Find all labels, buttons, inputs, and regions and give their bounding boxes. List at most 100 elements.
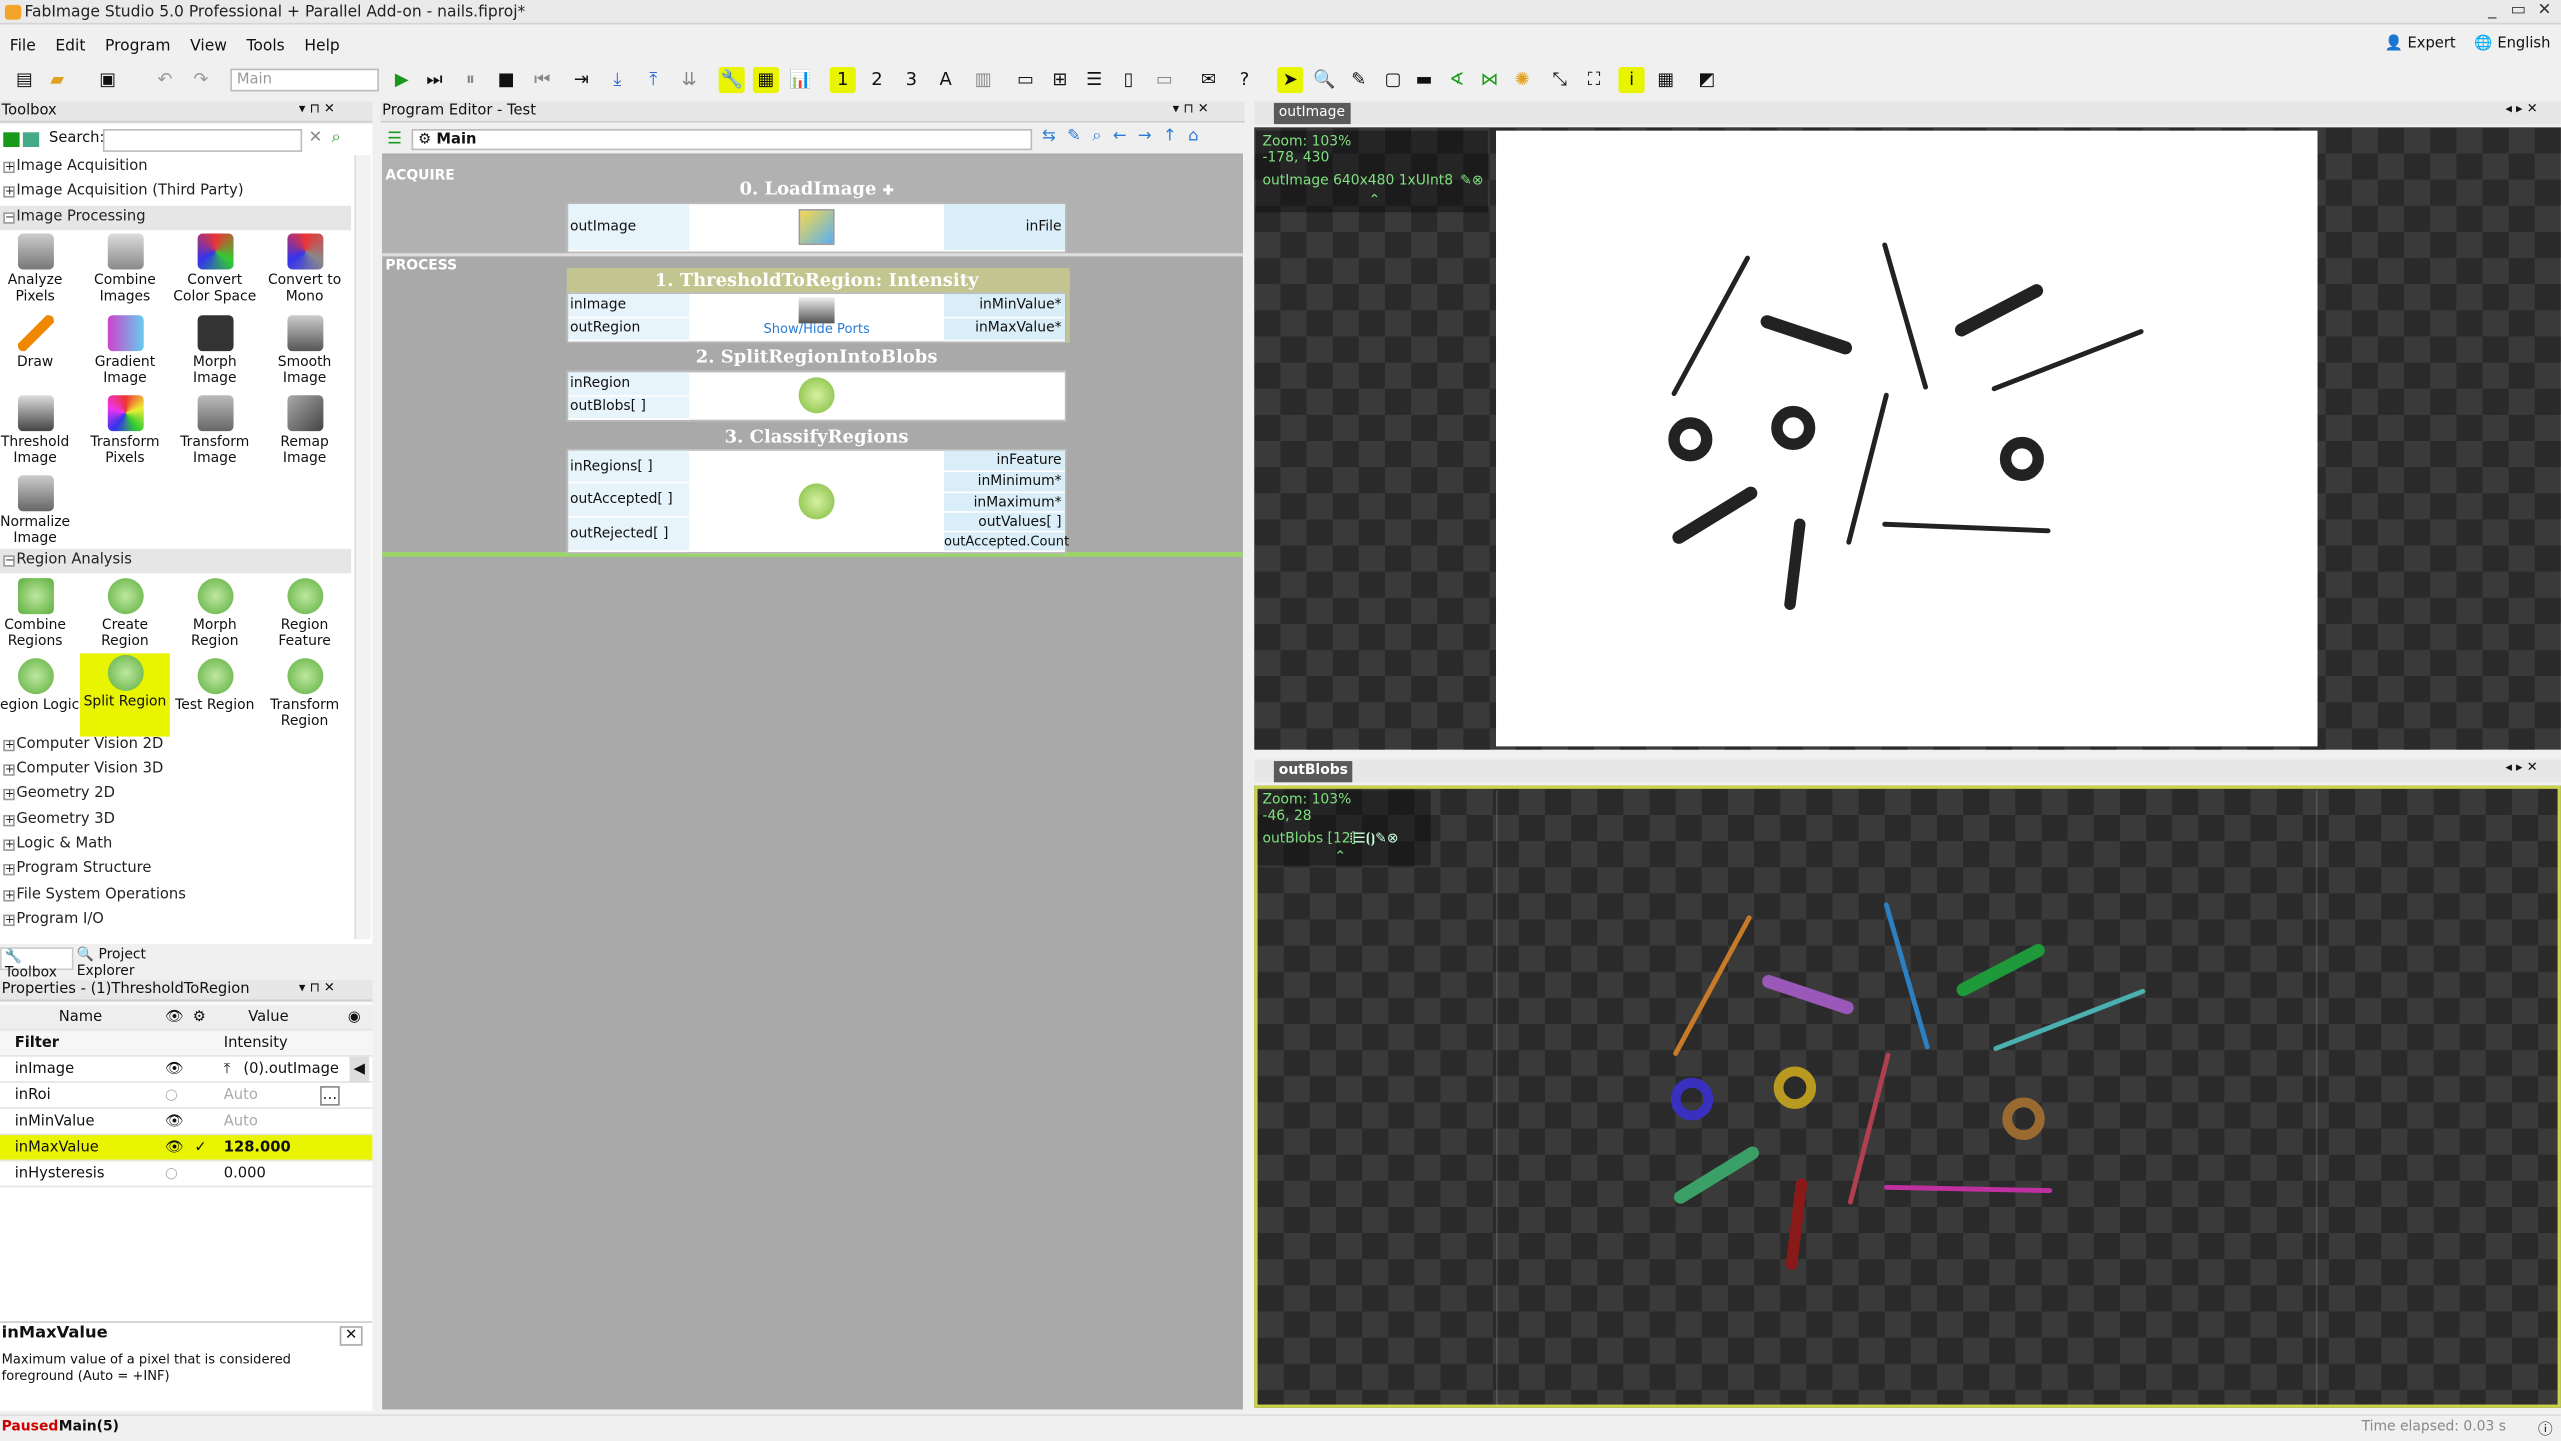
view-list-icon[interactable] xyxy=(22,132,40,147)
save-icon[interactable]: ▣ xyxy=(95,67,121,93)
fullscreen-icon[interactable]: ⛶ xyxy=(1581,67,1607,93)
port-outaccepted[interactable]: outAccepted[ ] xyxy=(568,483,690,518)
export-icon[interactable]: ◩ xyxy=(1694,67,1720,93)
tool-smooth-image[interactable]: Smooth Image xyxy=(260,314,350,394)
editor-menu-icon[interactable]: ▾ ⊓ ✕ xyxy=(1173,101,1209,116)
roi-icon[interactable]: ▢ xyxy=(1380,67,1406,93)
statistics-icon[interactable]: 📊 xyxy=(787,67,813,93)
prop-value[interactable]: 128.000 xyxy=(224,1135,291,1161)
search-icon[interactable]: ⌕ xyxy=(332,129,341,147)
iterate-back-icon[interactable]: ⏮ xyxy=(529,67,555,93)
prop-row-filter[interactable]: Filter Intensity xyxy=(0,1030,373,1057)
list-icon[interactable]: ☰ xyxy=(387,131,402,149)
help-close-button[interactable]: ✕ xyxy=(339,1326,363,1346)
port-inregions[interactable]: inRegions[ ] xyxy=(568,450,690,484)
info-icon[interactable]: i xyxy=(1618,66,1645,94)
pause-icon[interactable]: ⏸ xyxy=(457,67,483,93)
new-icon[interactable]: ▤ xyxy=(11,67,37,93)
iterate-icon[interactable]: ⏭ xyxy=(421,67,447,93)
menu-view[interactable]: View xyxy=(180,31,236,62)
prop-row-inmaxvalue[interactable]: inMaxValue 👁 ✓ 128.000 xyxy=(0,1135,373,1162)
layout-3-icon[interactable]: 3 xyxy=(898,67,924,93)
visible-icon[interactable]: 👁 xyxy=(165,1057,184,1083)
view-quad-icon[interactable]: ⊞ xyxy=(1047,67,1073,93)
group-file-system[interactable]: + File System Operations xyxy=(0,884,351,908)
step-into-icon[interactable]: ⤓ xyxy=(604,67,630,93)
port-outaccepted-count[interactable]: outAccepted.Count xyxy=(943,532,1069,553)
view1-collapse-icon[interactable]: ⌃ xyxy=(1369,193,1381,209)
block-title[interactable]: 0. LoadImage ✚ xyxy=(567,178,1067,201)
pointer-icon[interactable]: ➤ xyxy=(1277,66,1304,94)
port-inmaxvalue[interactable]: inMaxValue* xyxy=(943,318,1065,342)
port-inimage[interactable]: inImage xyxy=(568,293,690,319)
ruler-icon[interactable]: ▬ xyxy=(1411,67,1437,93)
prop-row-inhysteresis[interactable]: inHysteresis ○ 0.000 xyxy=(0,1161,373,1188)
pipette-icon[interactable]: ✎ xyxy=(1346,67,1372,93)
open-icon[interactable]: ▰ xyxy=(44,67,70,93)
show-hide-ports-link[interactable]: Show/Hide Ports xyxy=(719,322,915,337)
checkbox-checked[interactable]: ✓ xyxy=(194,1135,206,1161)
maximize-button[interactable]: ▭ xyxy=(2505,2,2531,20)
close-button[interactable]: ✕ xyxy=(2531,2,2557,20)
tools-icon[interactable]: 🔧 xyxy=(718,66,745,94)
group-program-io[interactable]: + Program I/O xyxy=(0,908,351,932)
tool-threshold-image[interactable]: Threshold Image xyxy=(0,394,80,474)
block-title[interactable]: 2. SplitRegionIntoBlobs xyxy=(567,346,1067,369)
tool-split-region[interactable]: Split Region xyxy=(80,653,170,737)
view1-edit-icon[interactable]: ✎⊗ xyxy=(1460,173,1483,189)
undo-icon[interactable]: ↶ xyxy=(152,67,178,93)
edge-icon[interactable]: ⋈ xyxy=(1476,67,1502,93)
properties-icon[interactable]: ▦ xyxy=(752,66,780,94)
layout-grid-icon[interactable]: ▥ xyxy=(970,67,996,93)
visible-icon[interactable]: 👁 xyxy=(165,1135,184,1161)
view2-collapse-icon[interactable]: ⌃ xyxy=(1334,849,1346,865)
port-inmaximum[interactable]: inMaximum* xyxy=(943,493,1065,513)
layout-auto-icon[interactable]: A xyxy=(933,67,959,93)
menu-program[interactable]: Program xyxy=(95,31,180,62)
tool-create-region[interactable]: Create Region xyxy=(80,577,170,657)
clear-search-icon[interactable]: ✕ xyxy=(309,129,323,147)
group-cv3d[interactable]: + Computer Vision 3D xyxy=(0,758,351,782)
run-icon[interactable]: ▶ xyxy=(389,67,415,93)
tool-remap-image[interactable]: Remap Image xyxy=(260,394,350,474)
stop-icon[interactable]: ■ xyxy=(493,67,519,93)
tool-transform-region[interactable]: Transform Region xyxy=(260,657,350,737)
tab-outblobs[interactable]: outBlobs xyxy=(1273,761,1353,783)
zoom-icon[interactable]: 🔍 xyxy=(1311,67,1337,93)
tool-transform-pixels[interactable]: Transform Pixels xyxy=(80,394,170,474)
prop-row-inminvalue[interactable]: inMinValue 👁 Auto xyxy=(0,1109,373,1136)
port-infeature[interactable]: inFeature xyxy=(943,450,1065,472)
tab-project-explorer[interactable]: 🔍 Project Explorer xyxy=(77,947,208,980)
port-outregion[interactable]: outRegion xyxy=(568,318,690,342)
visible-icon[interactable]: 👁 xyxy=(165,1109,184,1135)
menu-help[interactable]: Help xyxy=(295,31,350,62)
tool-morph-image[interactable]: Morph Image xyxy=(170,314,260,394)
layout-2-icon[interactable]: 2 xyxy=(864,67,890,93)
fit-icon[interactable]: ⤡ xyxy=(1547,67,1573,93)
view-rows-icon[interactable]: ☰ xyxy=(1081,67,1107,93)
tool-normalize-image[interactable]: Normalize Image xyxy=(0,474,80,554)
tool-analyze-pixels[interactable]: Analyze Pixels xyxy=(0,232,80,312)
view1-controls-icon[interactable]: ◂ ▸ ✕ xyxy=(2505,101,2537,116)
view2-controls-icon[interactable]: ◂ ▸ ✕ xyxy=(2505,759,2537,774)
language-button[interactable]: 🌐 English xyxy=(2474,36,2550,52)
disconnect-button[interactable]: ◀ xyxy=(349,1056,370,1083)
tool-draw[interactable]: Draw xyxy=(0,314,80,394)
minimize-button[interactable]: _ xyxy=(2479,2,2505,20)
editor-nav-icons[interactable]: ⇆✎⌕←→↑⌂ xyxy=(1042,127,1210,145)
port-inregion[interactable]: inRegion xyxy=(568,372,690,397)
block-title[interactable]: 1. ThresholdToRegion: Intensity xyxy=(567,269,1067,292)
mail-icon[interactable]: ✉ xyxy=(1196,67,1222,93)
tool-morph-region[interactable]: Morph Region xyxy=(170,577,260,657)
group-image-acquisition[interactable]: + Image Acquisition xyxy=(0,155,351,179)
toolbox-scrollbar[interactable] xyxy=(354,155,371,940)
tool-combine-images[interactable]: Combine Images xyxy=(80,232,170,312)
hidden-icon[interactable]: ○ xyxy=(165,1161,178,1187)
worker-combo[interactable]: Main xyxy=(230,68,379,92)
group-logic-math[interactable]: + Logic & Math xyxy=(0,833,351,857)
edit-roi-button[interactable]: … xyxy=(320,1086,340,1106)
run-to-icon[interactable]: ⇊ xyxy=(676,67,702,93)
step-out-icon[interactable]: ⤒ xyxy=(640,67,666,93)
view2-tools-icon[interactable]: ⁞☰⦗⦘✎⊗ xyxy=(1349,831,1398,847)
tool-region-feature[interactable]: Region Feature xyxy=(260,577,350,657)
